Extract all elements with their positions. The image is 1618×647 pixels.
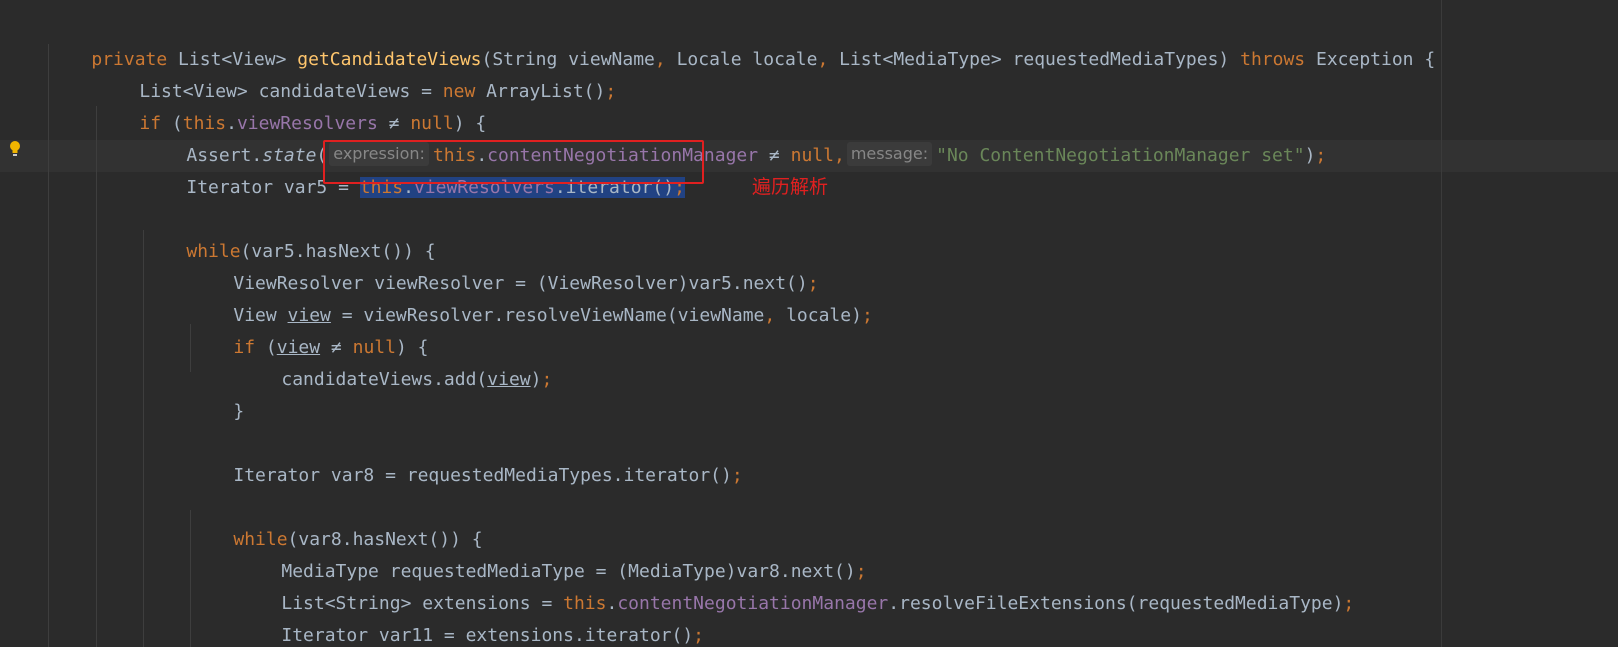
code-line[interactable]: MediaType requestedMediaType = (MediaTyp…: [238, 524, 866, 582]
punctuation: ,: [654, 49, 666, 70]
annotation-note: 遍历解析: [752, 176, 829, 198]
code-text: Iterator var11 = extensions.iterator(): [281, 625, 694, 646]
code-line[interactable]: Assert.state(expression: this.contentNego…: [143, 108, 1326, 166]
code-text: ≠: [758, 145, 791, 166]
punctuation: ;: [861, 305, 873, 326]
lightbulb-icon[interactable]: [8, 140, 22, 158]
code-line[interactable]: List<String> extensions = this.contentNe…: [238, 556, 1354, 614]
indent-guide: [48, 44, 49, 647]
punctuation: ;: [541, 369, 553, 390]
code-line[interactable]: if (view ≠ null) {: [190, 300, 428, 358]
code-text: ArrayList(): [475, 81, 606, 102]
code-line[interactable]: ViewResolver viewResolver = (ViewResolve…: [190, 236, 818, 294]
code-text: Iterator var8 = requestedMediaTypes.iter…: [233, 465, 732, 486]
code-line[interactable]: Iterator var8 = requestedMediaTypes.iter…: [190, 428, 742, 486]
punctuation: ,: [764, 305, 776, 326]
code-line[interactable]: View view = viewResolver.resolveViewName…: [190, 268, 872, 326]
code-text: ): [530, 369, 542, 390]
punctuation: ,: [833, 145, 845, 166]
code-line[interactable]: if (this.viewResolvers ≠ null) {: [96, 76, 486, 134]
punctuation: ;: [693, 625, 705, 646]
code-text: Locale locale: [665, 49, 818, 70]
code-line[interactable]: }: [190, 364, 244, 422]
code-editor[interactable]: private List<View> getCandidateViews(Str…: [0, 0, 1618, 647]
code-line[interactable]: private List<View> getCandidateViews(Str…: [48, 12, 1435, 70]
punctuation: ;: [1315, 145, 1327, 166]
code-text: locale): [775, 305, 862, 326]
code-line[interactable]: candidateViews.add(view);: [238, 332, 552, 390]
code-line[interactable]: while(var8.hasNext()) {: [190, 492, 482, 550]
code-text: List<MediaType> requestedMediaTypes): [828, 49, 1241, 70]
variable-name: view: [487, 369, 531, 390]
code-text: .resolveFileExtensions(requestedMediaTyp…: [888, 593, 1344, 614]
annotation-box: [323, 140, 704, 184]
punctuation: ;: [1343, 593, 1355, 614]
punctuation: ;: [731, 465, 743, 486]
keyword: null: [790, 145, 834, 166]
punctuation: ,: [817, 49, 829, 70]
indent-guide: [96, 106, 97, 647]
parameter-hint: message:: [846, 142, 933, 166]
code-text: }: [233, 401, 245, 422]
editor-gutter: [0, 0, 40, 647]
code-text: ): [1304, 145, 1316, 166]
code-line[interactable]: while(var5.hasNext()) {: [143, 204, 435, 262]
code-line[interactable]: List<View> candidateViews = new ArrayLis…: [96, 44, 616, 102]
code-text: candidateViews.add(: [281, 369, 488, 390]
string-literal: "No ContentNegotiationManager set": [936, 145, 1305, 166]
code-line[interactable]: Iterator var11 = extensions.iterator();: [238, 588, 704, 646]
code-text: Exception {: [1305, 49, 1436, 70]
keyword: throws: [1240, 49, 1306, 70]
right-margin-guide: [1441, 0, 1442, 647]
punctuation: ;: [605, 81, 617, 102]
